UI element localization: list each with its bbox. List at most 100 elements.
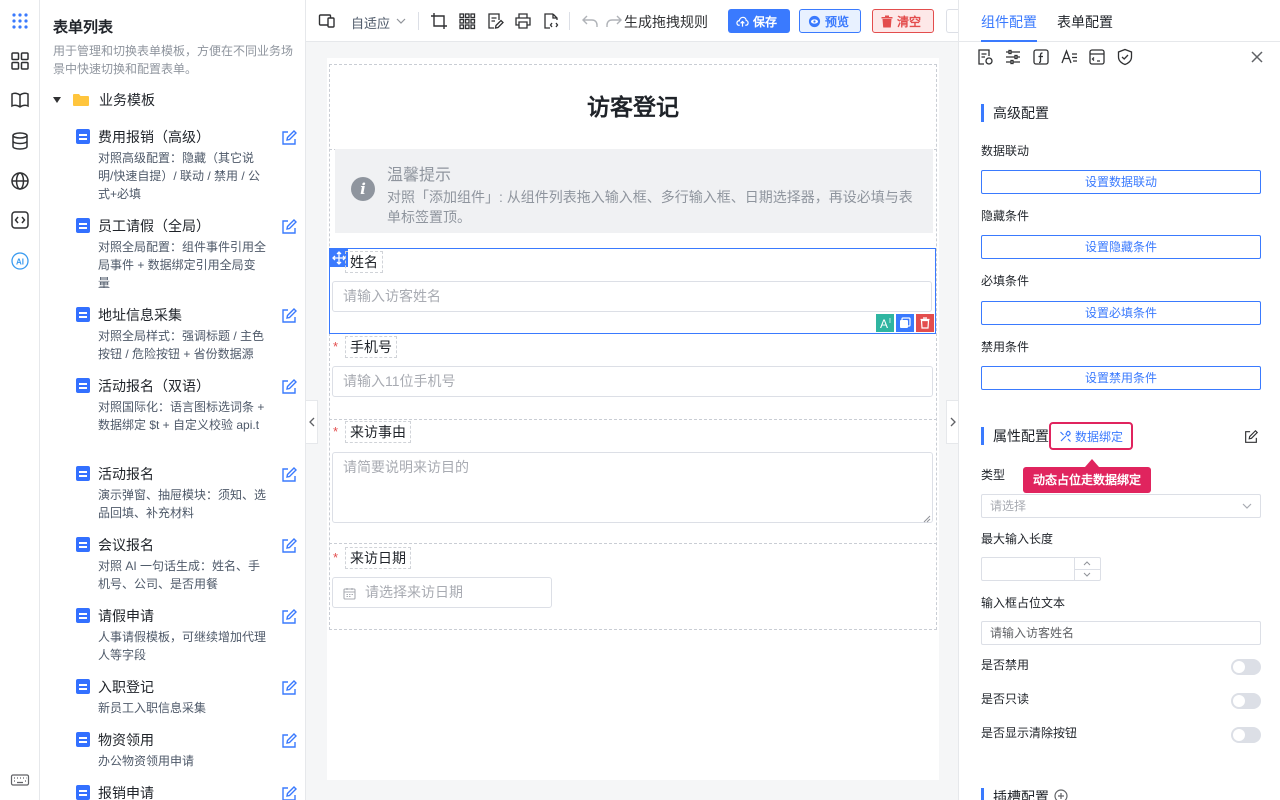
template-item-name: 会议报名 (98, 537, 154, 553)
svg-text:AI: AI (16, 258, 24, 267)
set-disabled-condition-button[interactable]: 设置禁用条件 (981, 366, 1261, 390)
folder-label: 业务模板 (99, 92, 155, 108)
toolbar-divider (569, 12, 570, 30)
form-paper: 访客登记 i 温馨提示 对照「添加组件」: 从组件列表拖入输入框、多行输入框、日… (327, 58, 939, 780)
layout-mode-select[interactable]: 自适应 (351, 13, 390, 32)
grid-icon[interactable] (458, 12, 476, 30)
keyboard-icon[interactable] (9, 769, 31, 791)
document-icon (76, 129, 90, 144)
set-hidden-condition-button[interactable]: 设置隐藏条件 (981, 235, 1261, 259)
code-icon[interactable] (9, 209, 31, 231)
document-icon (76, 378, 90, 393)
edit-icon[interactable] (1243, 429, 1259, 445)
close-icon[interactable] (1248, 48, 1266, 66)
print-icon[interactable] (514, 12, 532, 30)
chevron-up-icon[interactable] (1083, 560, 1091, 566)
phone-input[interactable]: 请输入11位手机号 (332, 366, 933, 397)
is-disabled-label: 是否禁用 (981, 658, 1030, 672)
max-length-input[interactable] (981, 557, 1101, 581)
ai-label-icon[interactable]: AI (876, 314, 894, 332)
data-binding-button[interactable]: 数据绑定 (1049, 422, 1133, 450)
visitor-name-input[interactable]: 请输入访客姓名 (332, 281, 932, 312)
copy-icon[interactable] (896, 314, 914, 332)
function-icon[interactable] (1032, 48, 1050, 66)
edit-icon[interactable] (280, 218, 298, 236)
visit-date-picker[interactable]: 请选择来访日期 (332, 577, 552, 608)
edit-icon[interactable] (280, 608, 298, 626)
resize-handle-icon[interactable] (923, 515, 931, 523)
edit-icon[interactable] (280, 307, 298, 325)
template-item-desc: 对照全局样式：强调标题 / 主色按钮 / 危险按钮 + 省份数据源 (98, 329, 265, 361)
sliders-icon[interactable] (1004, 48, 1022, 66)
required-mark: * (333, 339, 339, 354)
undo-icon[interactable] (581, 12, 599, 30)
add-circle-icon[interactable] (1054, 789, 1068, 800)
shield-check-icon[interactable] (1116, 48, 1134, 66)
placeholder-text-input[interactable]: 请输入访客姓名 (981, 621, 1261, 645)
edit-icon[interactable] (280, 732, 298, 750)
chevron-down-icon[interactable] (1083, 572, 1091, 578)
alert-title: 温馨提示 (387, 167, 452, 184)
apps-grid-icon[interactable] (9, 10, 31, 32)
template-item-name: 活动报名 (98, 466, 154, 482)
field-label: 姓名 (345, 251, 383, 273)
template-item-desc: 对照 AI 一句话生成：姓名、手机号、公司、是否用餐 (98, 559, 261, 591)
form-settings-icon[interactable] (976, 48, 994, 66)
code-window-icon[interactable] (1088, 48, 1106, 66)
hidden-condition-label: 隐藏条件 (981, 209, 1030, 223)
edit-icon[interactable] (280, 378, 298, 396)
document-icon (76, 679, 90, 694)
redo-icon[interactable] (605, 12, 623, 30)
generate-rules-button[interactable]: 生成拖拽规则 (624, 12, 708, 32)
type-label: 类型 (981, 468, 1006, 482)
set-data-linkage-button[interactable]: 设置数据联动 (981, 170, 1261, 194)
folder-business-templates[interactable]: 业务模板 (53, 90, 155, 110)
code-document-icon[interactable] (542, 12, 560, 30)
set-required-condition-button[interactable]: 设置必填条件 (981, 301, 1261, 325)
tip-alert: i 温馨提示 对照「添加组件」: 从组件列表拖入输入框、多行输入框、日期选择器，… (335, 149, 933, 233)
edit-icon[interactable] (280, 129, 298, 147)
template-item-name: 入职登记 (98, 679, 154, 695)
template-list-description: 用于管理和切换表单模板，方便在不同业务场景中快速切换和配置表单。 (53, 44, 294, 76)
edit-icon[interactable] (280, 466, 298, 484)
device-icon[interactable] (318, 12, 336, 30)
clear-button[interactable]: 清空 (872, 9, 934, 33)
collapse-left-button[interactable] (306, 400, 318, 444)
database-icon[interactable] (9, 130, 31, 152)
field-label: 来访日期 (345, 547, 411, 569)
reason-textarea[interactable]: 请简要说明来访目的 (332, 452, 933, 523)
save-button[interactable]: 保存 (728, 9, 790, 33)
collapse-right-button[interactable] (946, 400, 958, 444)
ai-icon[interactable]: AI (9, 250, 31, 272)
edit-document-icon[interactable] (486, 12, 504, 30)
book-icon[interactable] (9, 89, 31, 111)
chevron-right-icon (950, 417, 956, 427)
type-select[interactable]: 请选择 (981, 494, 1261, 518)
tab-form-config[interactable]: 表单配置 (1057, 12, 1113, 32)
chevron-down-icon[interactable] (394, 12, 408, 30)
template-list-panel: 表单列表 用于管理和切换表单模板，方便在不同业务场景中快速切换和配置表单。 业务… (40, 0, 306, 800)
globe-icon[interactable] (9, 170, 31, 192)
document-icon (76, 307, 90, 322)
app: AI 表单列表 用于管理和切换表单模板，方便在不同业务场景中快速切换和配置表单。… (0, 0, 1280, 800)
preview-button[interactable]: 预览 (799, 9, 861, 33)
is-disabled-switch[interactable] (1231, 659, 1261, 675)
field-label: 手机号 (345, 336, 397, 358)
template-item-name: 员工请假（全局） (98, 218, 210, 234)
cloud-upload-icon (736, 16, 749, 27)
data-binding-label: 数据绑定 (1074, 429, 1123, 444)
template-item-name: 物资领用 (98, 732, 154, 748)
components-icon[interactable] (9, 50, 31, 72)
toolbar-overflow-button[interactable] (946, 9, 958, 33)
is-readonly-switch[interactable] (1231, 693, 1261, 709)
font-style-icon[interactable] (1060, 48, 1078, 66)
clear-label: 清空 (897, 14, 922, 29)
config-tabs: 组件配置 表单配置 (959, 0, 1280, 42)
tab-component-config[interactable]: 组件配置 (981, 12, 1037, 32)
edit-icon[interactable] (280, 537, 298, 555)
crop-icon[interactable] (430, 12, 448, 30)
edit-icon[interactable] (280, 679, 298, 697)
show-clear-switch[interactable] (1231, 727, 1261, 743)
edit-icon[interactable] (280, 785, 298, 800)
delete-icon[interactable] (916, 314, 934, 332)
